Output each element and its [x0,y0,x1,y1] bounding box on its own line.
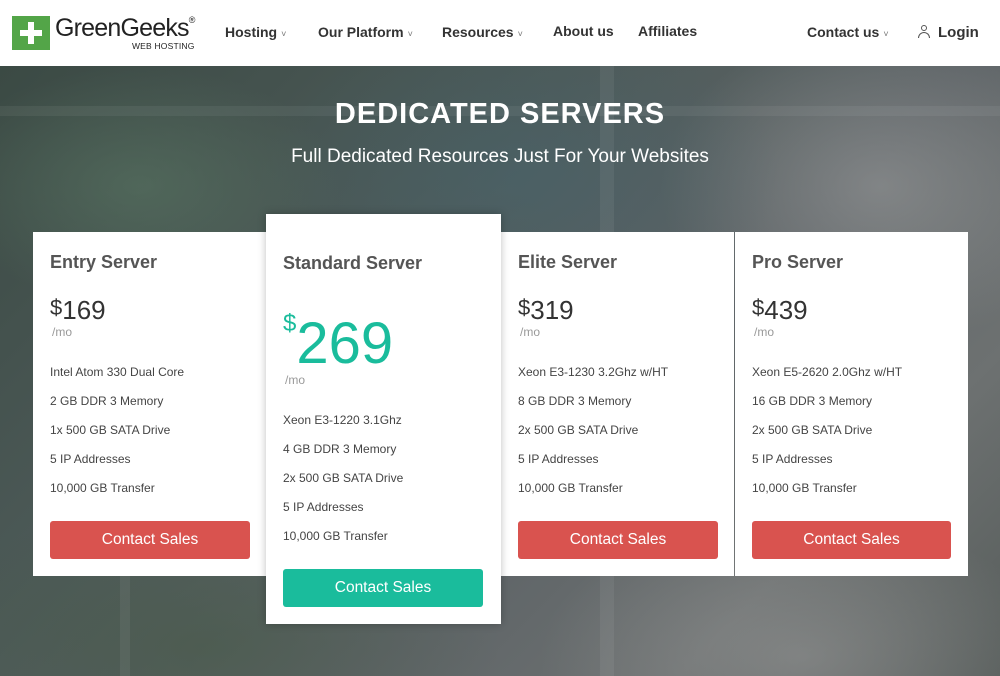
plan-price: $319 [518,295,574,326]
feature-transfer: 10,000 GB Transfer [752,481,857,495]
plan-card-entry: Entry Server $169 /mo Intel Atom 330 Dua… [33,232,266,576]
nav-hosting[interactable]: Hosting ˅ [225,24,286,40]
feature-memory: 4 GB DDR 3 Memory [283,442,397,456]
currency-symbol: $ [518,295,531,320]
nav-our-platform[interactable]: Our Platform ˅ [318,24,413,40]
currency-symbol: $ [283,310,297,337]
plan-name: Standard Server [283,253,423,273]
feature-cpu: Xeon E5-2620 2.0Ghz w/HT [752,365,903,379]
feature-transfer: 10,000 GB Transfer [50,481,155,495]
plan-card-pro: Pro Server $439 /mo Xeon E5-2620 2.0Ghz … [735,232,968,576]
nav-resources-label: Resources [442,24,514,40]
nav-platform-label: Our Platform [318,24,404,40]
feature-cpu: Xeon E3-1230 3.2Ghz w/HT [518,365,669,379]
plan-card-standard-featured: Standard Server $269 /mo Xeon E3-1220 3.… [266,214,501,624]
feature-transfer: 10,000 GB Transfer [518,481,623,495]
feature-cpu: Xeon E3-1220 3.1Ghz [283,413,402,427]
chevron-down-icon: ˅ [883,29,889,39]
nav-login-label: Login [938,24,979,41]
feature-memory: 16 GB DDR 3 Memory [752,394,873,408]
nav-contact-us[interactable]: Contact us ˅ [807,24,889,40]
plan-price: $439 [752,295,808,326]
plan-name: Pro Server [752,252,844,272]
user-icon [918,25,930,38]
price-period: /mo [52,325,73,339]
feature-memory: 8 GB DDR 3 Memory [518,394,632,408]
price-period: /mo [520,325,541,339]
feature-ip: 5 IP Addresses [283,500,364,514]
chevron-down-icon: ˅ [407,29,413,39]
chevron-down-icon: ˅ [517,29,523,39]
feature-drive: 2x 500 GB SATA Drive [752,423,873,437]
nav-login[interactable]: Login [918,24,979,41]
nav-about-us[interactable]: About us [553,23,614,39]
plan-name: Elite Server [518,252,618,272]
contact-sales-button[interactable]: Contact Sales [283,569,483,607]
price-period: /mo [285,373,306,387]
currency-symbol: $ [752,295,765,320]
plan-card-elite: Elite Server $319 /mo Xeon E3-1230 3.2Gh… [500,232,734,576]
price-amount: 439 [764,295,808,325]
nav-hosting-label: Hosting [225,24,278,40]
nav-contact-label: Contact us [807,24,880,40]
price-amount: 319 [530,295,574,325]
brand-tagline: WEB HOSTING [131,41,195,51]
feature-drive: 2x 500 GB SATA Drive [518,423,639,437]
feature-ip: 5 IP Addresses [752,452,833,466]
contact-sales-button[interactable]: Contact Sales [752,521,951,559]
chevron-down-icon: ˅ [281,29,287,39]
feature-drive: 2x 500 GB SATA Drive [283,471,404,485]
nav-about-label: About us [553,23,614,39]
feature-transfer: 10,000 GB Transfer [283,529,388,543]
feature-ip: 5 IP Addresses [518,452,599,466]
brand-name: GreenGeeks [55,14,190,42]
currency-symbol: $ [50,295,63,320]
contact-sales-button[interactable]: Contact Sales [518,521,718,559]
plan-price: $169 [50,295,106,326]
brand-registered-mark: ® [188,15,196,25]
nav-affiliates[interactable]: Affiliates [638,23,697,39]
feature-memory: 2 GB DDR 3 Memory [50,394,164,408]
feature-drive: 1x 500 GB SATA Drive [50,423,171,437]
contact-sales-button[interactable]: Contact Sales [50,521,250,559]
feature-ip: 5 IP Addresses [50,452,131,466]
greengeeks-logo[interactable]: GreenGeeks® WEB HOSTING [12,16,195,51]
hero-title: DEDICATED SERVERS [334,98,666,130]
plan-name: Entry Server [50,252,158,272]
plus-logo-icon [12,16,50,50]
plan-price: $269 [283,310,393,377]
top-navigation: GreenGeeks® WEB HOSTING Hosting ˅ Our Pla… [0,0,1000,66]
hero-subtitle: Full Dedicated Resources Just For Your W… [291,146,709,167]
price-amount: 269 [296,311,394,376]
nav-resources[interactable]: Resources ˅ [442,24,523,40]
price-amount: 169 [62,295,106,325]
nav-affiliates-label: Affiliates [638,23,698,39]
price-period: /mo [754,325,775,339]
feature-cpu: Intel Atom 330 Dual Core [50,365,185,379]
